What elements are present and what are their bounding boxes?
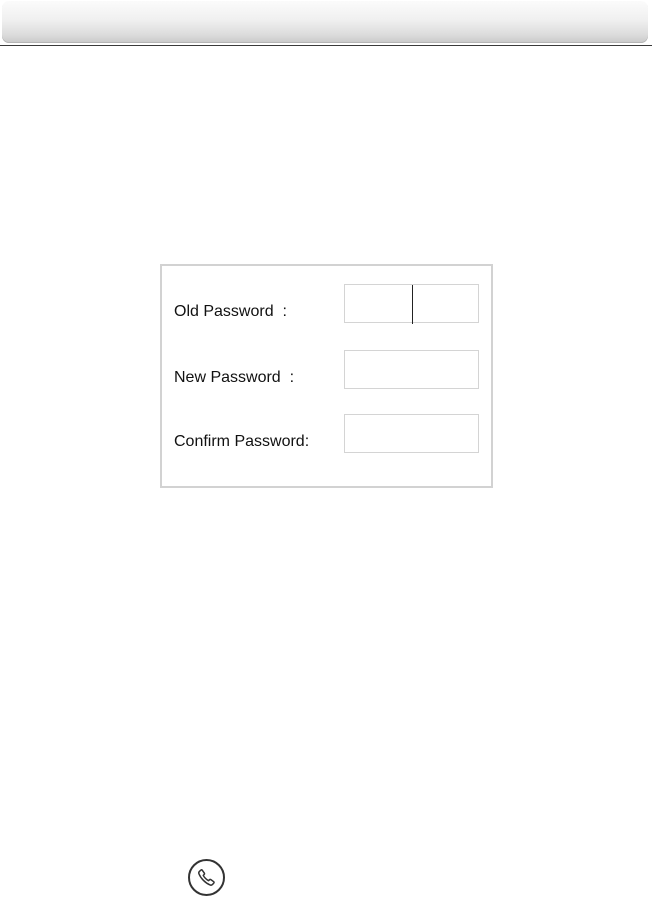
text-cursor [412, 285, 413, 324]
confirm-password-field[interactable] [344, 414, 479, 453]
confirm-password-label: Confirm Password: [174, 433, 310, 450]
call-button[interactable] [188, 859, 225, 896]
new-password-field[interactable] [344, 350, 479, 389]
phone-icon [198, 869, 215, 886]
top-banner-divider [0, 45, 652, 46]
new-password-label: New Password : [174, 369, 295, 386]
password-change-panel: Old Password : New Password : Confirm Pa… [160, 264, 493, 488]
old-password-field[interactable] [344, 284, 479, 324]
top-banner [2, 1, 648, 43]
old-password-label: Old Password : [174, 303, 287, 320]
